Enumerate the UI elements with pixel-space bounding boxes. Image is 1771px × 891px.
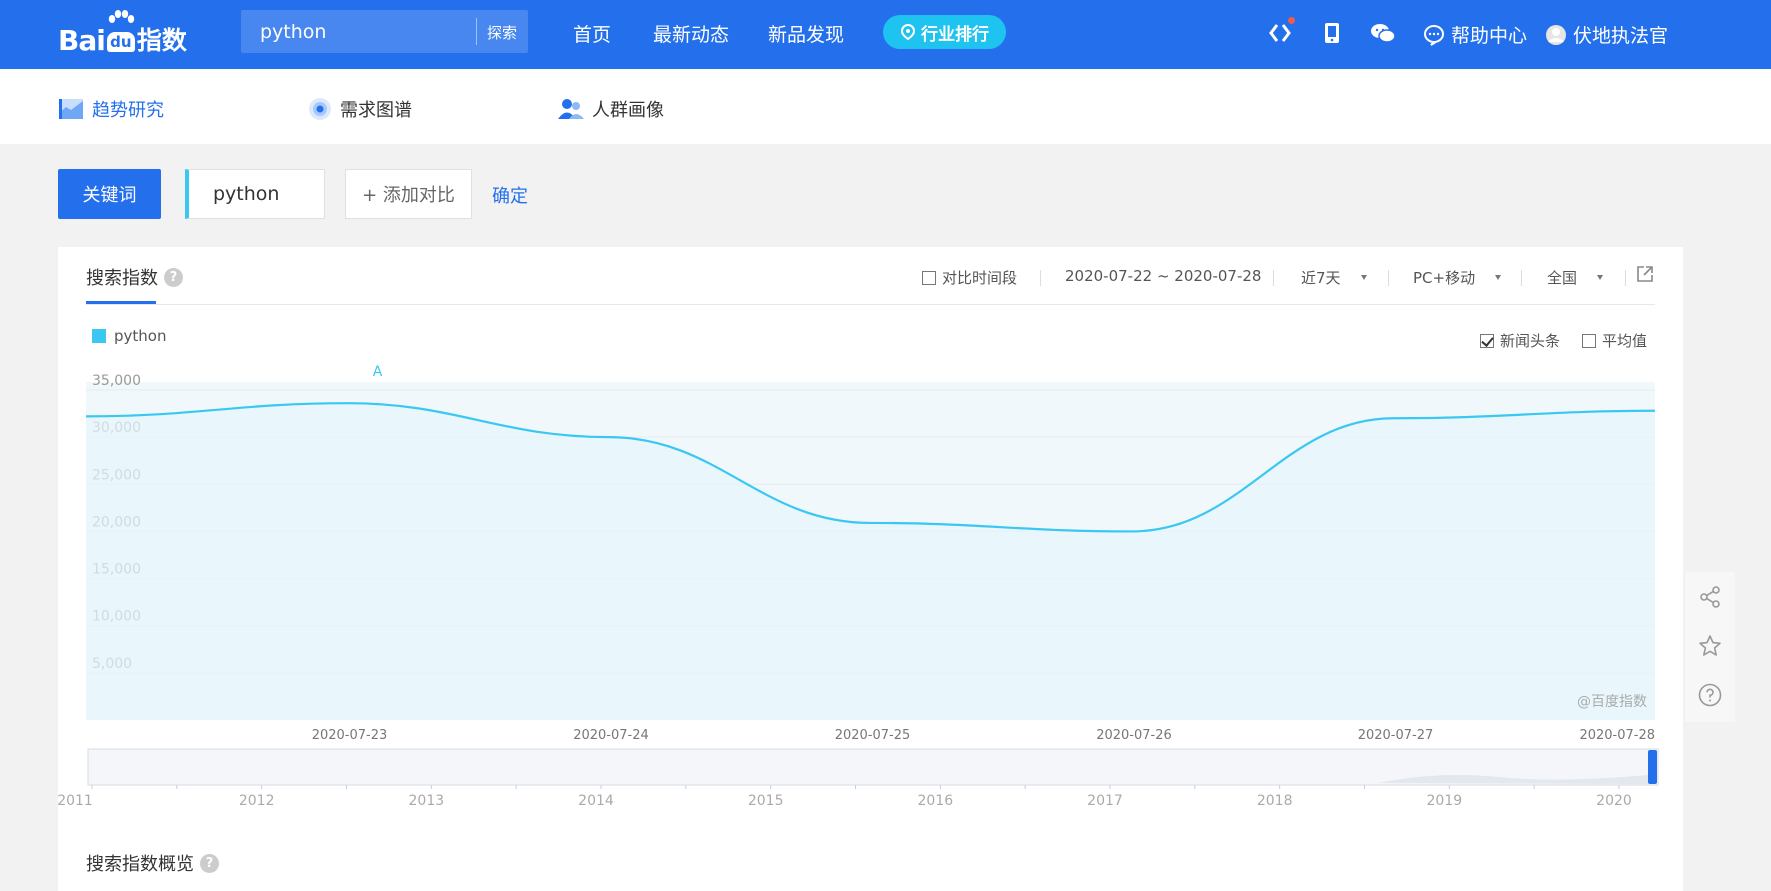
overview-year-label: 2012 [239, 793, 275, 809]
overview-year-label: 2014 [578, 793, 614, 809]
nav-new-discovery[interactable]: 新品发现 [768, 20, 844, 47]
baidu-index-logo[interactable]: Bai du 指数 [58, 10, 187, 57]
overview-year-label: 2018 [1257, 793, 1293, 809]
confirm-button[interactable]: 确定 [492, 182, 528, 208]
overview-year-label: 2013 [409, 793, 445, 809]
add-compare-button[interactable]: + 添加对比 [345, 169, 472, 219]
overview-section-title: 搜索指数概览 ? [86, 850, 219, 876]
help-center-link[interactable]: 帮助中心 [1423, 21, 1527, 48]
search-index-chart: 5,00010,00015,00020,00025,00030,00035,00… [58, 364, 1659, 809]
trend-icon [59, 99, 83, 119]
tab-trend-research-label: 趋势研究 [92, 100, 164, 121]
top-search-box[interactable]: python 探索 [241, 10, 528, 53]
keyword-input[interactable]: python [185, 169, 325, 219]
tab-demand-graph[interactable]: 需求图谱 [308, 96, 412, 122]
top-bar: Bai du 指数 python 探索 首页 最新动态 新品发现 行业排行 帮助… [0, 0, 1771, 69]
tab-trend-research[interactable]: 趋势研究 [58, 96, 164, 122]
wechat-icon[interactable] [1370, 21, 1396, 45]
x-tick-label: 2020-07-28 [1579, 728, 1655, 743]
overview-year-label: 2019 [1427, 793, 1463, 809]
x-tick-label: 2020-07-27 [1358, 728, 1434, 743]
star-icon[interactable] [1698, 634, 1722, 658]
tab-demand-graph-label: 需求图谱 [340, 100, 412, 121]
x-tick-label: 2020-07-24 [573, 728, 649, 743]
people-icon [558, 99, 584, 119]
avatar [1546, 24, 1566, 45]
user-menu[interactable]: 伏地执法官 [1545, 21, 1668, 48]
keyword-label: 关键词 [58, 169, 161, 219]
sub-navigation: 趋势研究 需求图谱 人群画像 [0, 69, 1771, 144]
annotation-label: A [373, 364, 383, 380]
help-icon[interactable]: ? [200, 853, 219, 873]
nav-latest-news[interactable]: 最新动态 [653, 20, 729, 47]
overview-year-label: 2020 [1596, 793, 1632, 809]
overview-year-label: 2017 [1087, 793, 1123, 809]
tab-crowd-portrait-label: 人群画像 [592, 100, 664, 121]
industry-ranking-label: 行业排行 [921, 24, 989, 45]
search-divider [476, 18, 477, 45]
share-icon[interactable] [1698, 585, 1722, 609]
chat-bubble-icon [1424, 24, 1444, 46]
ranking-icon [900, 24, 916, 40]
overview-year-label: 2016 [918, 793, 954, 809]
x-tick-label: 2020-07-25 [835, 728, 911, 743]
tab-crowd-portrait[interactable]: 人群画像 [558, 96, 664, 122]
logo-text-zhishu: 指数 [136, 26, 187, 55]
overview-title-text: 搜索指数概览 [86, 854, 194, 875]
search-index-card: 搜索指数 ? 对比时间段 2020-07-22 ~ 2020-07-28 近7天… [58, 247, 1683, 891]
logo-text-bai: Bai [58, 24, 106, 57]
tablet-icon[interactable] [1320, 21, 1344, 45]
top-search-input[interactable]: python [260, 21, 326, 43]
overview-year-label: 2015 [748, 793, 784, 809]
explore-button[interactable]: 探索 [487, 22, 517, 43]
industry-ranking-button[interactable]: 行业排行 [883, 15, 1006, 49]
user-name: 伏地执法官 [1573, 25, 1669, 47]
overview-year-label: 2011 [58, 793, 93, 809]
overview-slider-handle [1648, 750, 1657, 784]
notification-dot [1288, 17, 1295, 24]
brand-icon[interactable] [1268, 17, 1295, 45]
paw-icon [108, 10, 135, 23]
graph-icon [309, 98, 331, 120]
x-tick-label: 2020-07-26 [1096, 728, 1172, 743]
x-tick-label: 2020-07-23 [312, 728, 388, 743]
watermark: @百度指数 [1577, 694, 1647, 710]
y-tick-label: 35,000 [92, 373, 141, 389]
help-center-label: 帮助中心 [1451, 25, 1528, 47]
question-icon[interactable] [1698, 683, 1722, 707]
side-toolbar [1685, 572, 1735, 722]
nav-home[interactable]: 首页 [573, 20, 611, 47]
